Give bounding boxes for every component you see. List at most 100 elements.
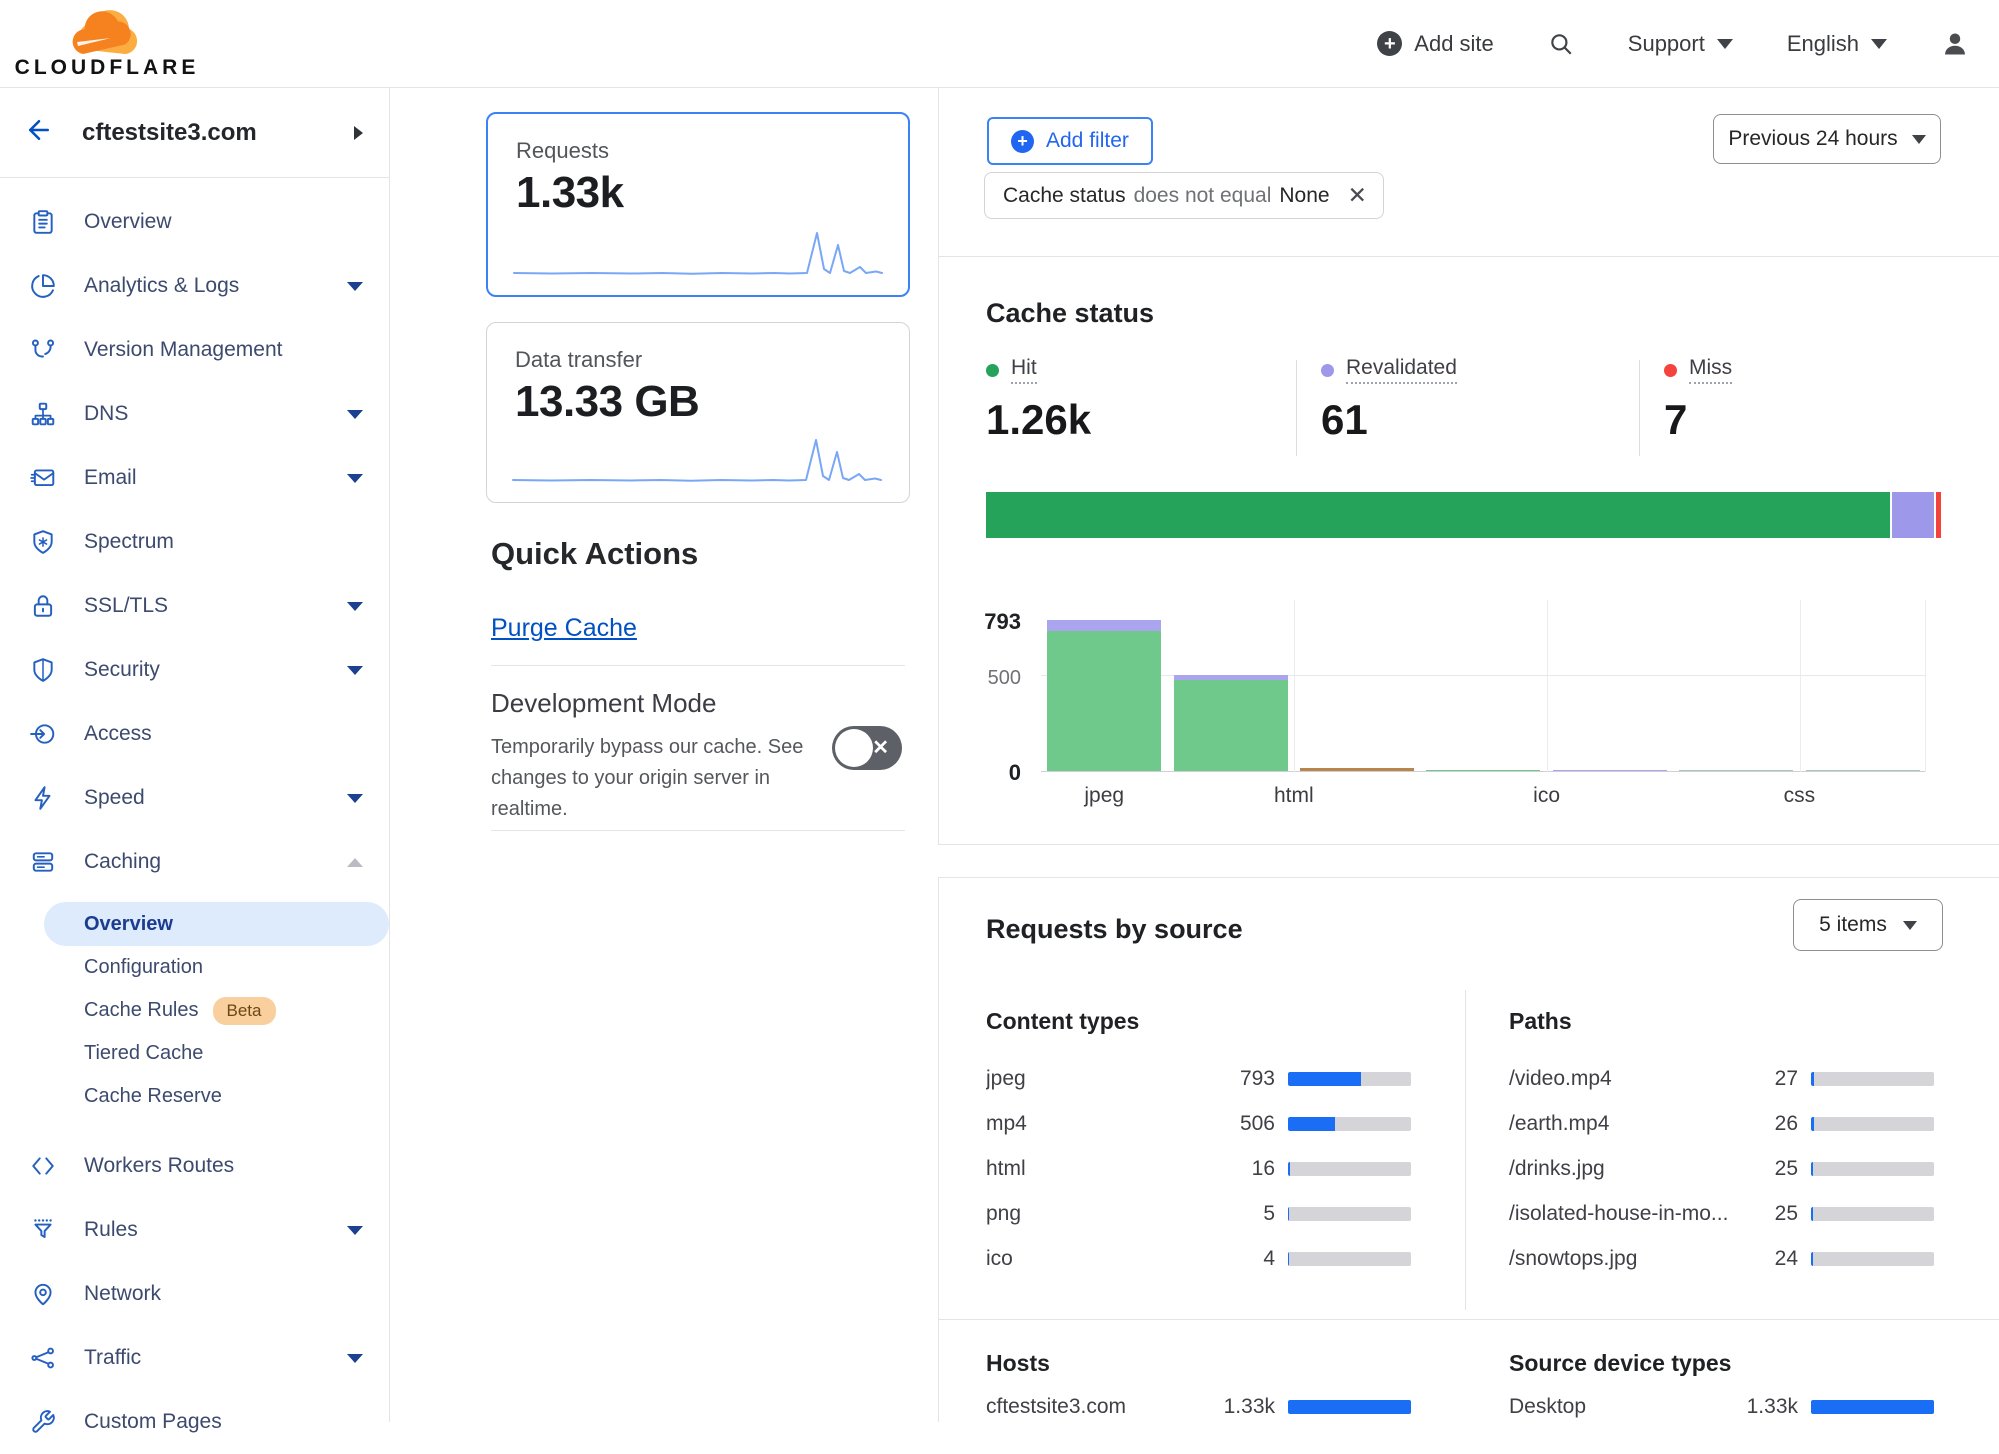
table-row[interactable]: /earth.mp4 26 <box>1509 1101 1934 1146</box>
sidebar-item-label: Speed <box>84 786 347 810</box>
add-filter-button[interactable]: + Add filter <box>987 117 1153 165</box>
data-transfer-card[interactable]: Data transfer 13.33 GB <box>486 322 910 503</box>
sidebar-item-ssl-tls[interactable]: SSL/TLS <box>0 574 389 638</box>
sidebar-item-workers-routes[interactable]: Workers Routes <box>0 1134 389 1198</box>
sidebar-item-security[interactable]: Security <box>0 638 389 702</box>
bar-jpeg[interactable] <box>1047 620 1161 771</box>
subitem-cache-reserve[interactable]: Cache Reserve <box>0 1075 389 1118</box>
filter-chip[interactable]: Cache status does not equal None ✕ <box>984 172 1384 219</box>
table-row[interactable]: Desktop 1.33k <box>1509 1384 1934 1429</box>
table-row[interactable]: /snowtops.jpg 24 <box>1509 1236 1934 1281</box>
share-network-icon <box>30 1345 56 1371</box>
sidebar-item-caching[interactable]: Caching <box>0 830 389 894</box>
bar-ico[interactable] <box>1553 770 1667 772</box>
divider <box>1639 360 1640 456</box>
git-branch-icon <box>30 337 56 363</box>
progress-bar <box>1811 1207 1934 1221</box>
row-label: jpeg <box>986 1067 1205 1091</box>
caching-submenu: Overview Configuration Cache RulesBeta T… <box>0 902 389 1118</box>
table-row[interactable]: /video.mp4 27 <box>1509 1056 1934 1101</box>
row-label: Desktop <box>1509 1395 1728 1419</box>
row-label: cftestsite3.com <box>986 1395 1205 1419</box>
plus-circle-icon: + <box>1377 31 1402 56</box>
table-row[interactable]: html 16 <box>986 1146 1411 1191</box>
stacked-segment-miss[interactable] <box>1936 492 1941 538</box>
table-row[interactable]: ico 4 <box>986 1236 1411 1281</box>
bar-mp4[interactable] <box>1174 675 1288 771</box>
requests-card[interactable]: Requests 1.33k <box>486 112 910 297</box>
language-menu[interactable]: English <box>1787 31 1887 57</box>
stat-label[interactable]: Hit <box>1011 356 1037 384</box>
time-range-dropdown[interactable]: Previous 24 hours <box>1713 114 1941 164</box>
table-row[interactable]: mp4 506 <box>986 1101 1411 1146</box>
sidebar-item-dns[interactable]: DNS <box>0 382 389 446</box>
table-row[interactable]: /isolated-house-in-mo... 25 <box>1509 1191 1934 1236</box>
sidebar-item-label: Overview <box>84 210 363 234</box>
table-row[interactable]: cftestsite3.com 1.33k <box>986 1384 1411 1429</box>
add-site-button[interactable]: + Add site <box>1377 31 1494 57</box>
stat-label[interactable]: Revalidated <box>1346 356 1457 384</box>
paths-table: /video.mp4 27 /earth.mp4 26 /drinks.jpg … <box>1509 1056 1934 1281</box>
divider <box>491 665 905 666</box>
y-tick-0: 0 <box>959 760 1021 786</box>
chevron-down-icon <box>1871 39 1887 49</box>
hosts-table: cftestsite3.com 1.33k <box>986 1384 1411 1429</box>
sidebar-item-email[interactable]: Email <box>0 446 389 510</box>
beta-badge: Beta <box>213 997 276 1025</box>
sidebar-item-traffic[interactable]: Traffic <box>0 1326 389 1390</box>
table-row[interactable]: jpeg 793 <box>986 1056 1411 1101</box>
sidebar-item-label: Security <box>84 658 347 682</box>
add-filter-label: Add filter <box>1046 129 1129 153</box>
sidebar-item-version-management[interactable]: Version Management <box>0 318 389 382</box>
source-device-types-title: Source device types <box>1509 1350 1731 1377</box>
chevron-up-icon <box>347 858 363 867</box>
development-mode-description: Temporarily bypass our cache. See change… <box>491 732 836 825</box>
support-menu[interactable]: Support <box>1628 31 1733 57</box>
stat-miss: Miss 7 <box>1664 356 1732 444</box>
sidebar-item-network[interactable]: Network <box>0 1262 389 1326</box>
code-brackets-icon <box>30 1153 56 1179</box>
row-label: /isolated-house-in-mo... <box>1509 1202 1728 1226</box>
sidebar-item-label: Network <box>84 1282 363 1306</box>
cloudflare-logo[interactable]: CLOUDFLARE <box>22 8 192 80</box>
subitem-tiered-cache[interactable]: Tiered Cache <box>0 1032 389 1075</box>
sidebar-item-overview[interactable]: Overview <box>0 190 389 254</box>
shield-badge-icon <box>30 529 56 555</box>
chevron-down-icon <box>347 602 363 611</box>
chevron-right-icon[interactable] <box>354 126 363 140</box>
subitem-caching-configuration[interactable]: Configuration <box>0 946 389 989</box>
divider <box>1296 360 1297 456</box>
sidebar-item-analytics-logs[interactable]: Analytics & Logs <box>0 254 389 318</box>
search-icon[interactable] <box>1548 31 1574 57</box>
development-mode-toggle[interactable]: ✕ <box>832 726 902 770</box>
language-label: English <box>1787 31 1859 57</box>
plus-circle-icon: + <box>1011 130 1034 153</box>
subitem-caching-overview[interactable]: Overview <box>44 902 389 946</box>
sidebar-item-label: DNS <box>84 402 347 426</box>
analytics-panel: + Add filter Cache status does not equal… <box>938 88 1999 1422</box>
bar-css[interactable] <box>1806 770 1920 772</box>
back-arrow-icon[interactable] <box>24 115 54 150</box>
bar-html[interactable] <box>1300 768 1414 771</box>
remove-filter-icon[interactable]: ✕ <box>1348 182 1367 209</box>
table-row[interactable]: png 5 <box>986 1191 1411 1236</box>
items-count-dropdown[interactable]: 5 items <box>1793 899 1943 951</box>
sidebar-item-speed[interactable]: Speed <box>0 766 389 830</box>
bar-png[interactable] <box>1426 770 1540 772</box>
stacked-segment-hit[interactable] <box>986 492 1892 538</box>
user-account-icon[interactable] <box>1941 30 1969 58</box>
table-row[interactable]: /drinks.jpg 25 <box>1509 1146 1934 1191</box>
sidebar-item-rules[interactable]: Rules <box>0 1198 389 1262</box>
purge-cache-link[interactable]: Purge Cache <box>491 614 637 643</box>
stat-label[interactable]: Miss <box>1689 356 1732 384</box>
sidebar-item-custom-pages[interactable]: Custom Pages <box>0 1390 389 1454</box>
progress-bar <box>1811 1252 1934 1266</box>
summary-column: Requests 1.33k Data transfer 13.33 GB Qu… <box>390 88 938 1422</box>
subitem-cache-rules[interactable]: Cache RulesBeta <box>0 989 389 1032</box>
site-name: cftestsite3.com <box>82 119 354 147</box>
sidebar-item-spectrum[interactable]: Spectrum <box>0 510 389 574</box>
bar-svg[interactable] <box>1679 770 1793 772</box>
content-types-table: jpeg 793 mp4 506 html 16 png 5 ico 4 <box>986 1056 1411 1281</box>
sidebar-item-access[interactable]: Access <box>0 702 389 766</box>
stacked-segment-revalidated[interactable] <box>1892 492 1936 538</box>
